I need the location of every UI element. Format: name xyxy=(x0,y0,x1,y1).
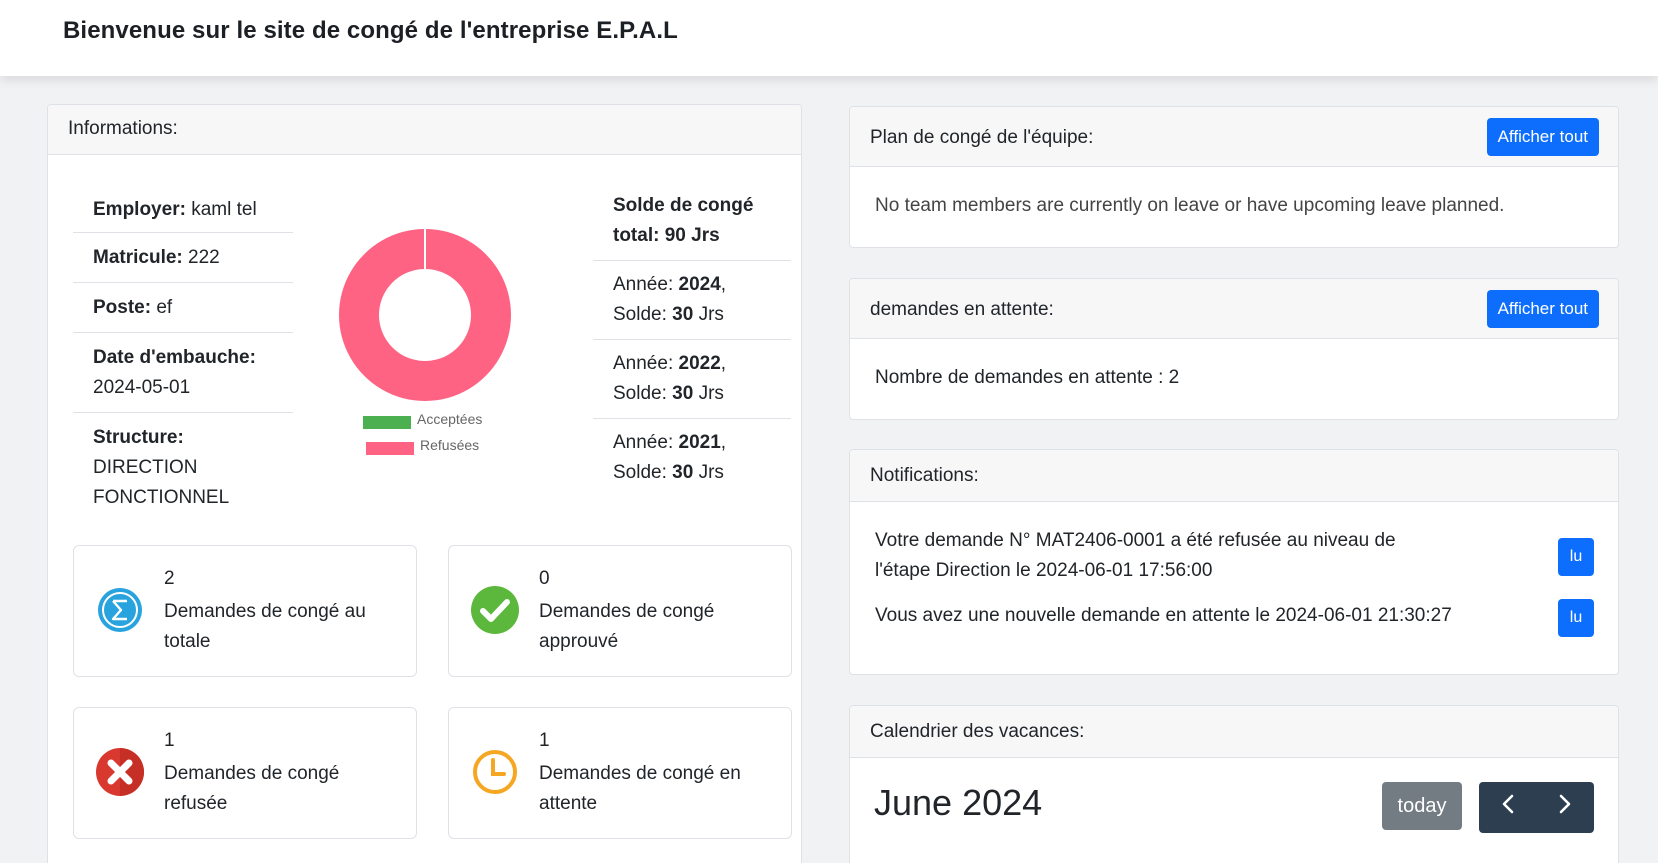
pending-requests-card: demandes en attente: Afficher tout Nombr… xyxy=(849,278,1619,420)
year-value: 2022 xyxy=(678,353,721,374)
notifications-title: Notifications: xyxy=(870,465,979,486)
calendar-nav xyxy=(1479,782,1594,833)
solde-value: 30 xyxy=(672,462,694,483)
today-button[interactable]: today xyxy=(1382,782,1462,830)
solde-label: Solde: xyxy=(613,383,673,404)
calendar-month-title: June 2024 xyxy=(874,782,1043,823)
solde-unit: Jrs xyxy=(693,304,724,325)
notification-item: Vous avez une nouvelle demande en attent… xyxy=(875,601,1452,631)
prev-month-button[interactable] xyxy=(1479,782,1536,833)
next-month-button[interactable] xyxy=(1536,782,1593,833)
stat-refused-requests: 1 Demandes de congé refusée xyxy=(73,707,417,839)
team-plan-title: Plan de congé de l'équipe: xyxy=(870,127,1094,148)
stat-total-requests: 2 Demandes de congé au totale xyxy=(73,545,417,677)
info-card: Informations: Employer: kaml tel Matricu… xyxy=(47,104,802,863)
legend-swatch-acceptees xyxy=(363,416,411,429)
notifications-header: Notifications: xyxy=(850,450,1618,502)
team-plan-message: No team members are currently on leave o… xyxy=(875,195,1505,216)
solde-label: Solde: xyxy=(613,304,673,325)
notifications-card: Notifications: Votre demande N° MAT2406-… xyxy=(849,449,1619,675)
legend-label-refusees: Refusées xyxy=(420,437,480,453)
leave-donut-chart xyxy=(338,229,511,401)
stat-label: Demandes de congé approuvé xyxy=(539,601,715,652)
stat-label: Demandes de congé refusée xyxy=(164,763,340,814)
pending-header: demandes en attente: Afficher tout xyxy=(850,279,1618,339)
chevron-left-icon xyxy=(1502,794,1513,814)
stat-approved-requests: 0 Demandes de congé approuvé xyxy=(448,545,792,677)
employer-field: Employer: kaml tel xyxy=(73,187,293,233)
solde-total: Solde de congé total: 90 Jrs xyxy=(593,183,791,261)
employer-label: Employer: xyxy=(93,199,186,220)
notification-item: Votre demande N° MAT2406-0001 a été refu… xyxy=(875,526,1396,586)
employer-value: kaml tel xyxy=(185,199,257,220)
mark-read-button[interactable]: lu xyxy=(1558,538,1594,576)
separator: , xyxy=(720,274,727,295)
solde-value: 30 xyxy=(672,383,694,404)
page-title: Bienvenue sur le site de congé de l'entr… xyxy=(63,17,678,44)
pending-count-text: Nombre de demandes en attente : 2 xyxy=(875,367,1180,388)
solde-year-row: Année: 2024, Solde: 30 Jrs xyxy=(593,261,791,340)
matricule-label: Matricule: xyxy=(93,247,183,268)
hire-date-field: Date d'embauche: 2024-05-01 xyxy=(73,333,293,413)
poste-label: Poste: xyxy=(93,297,152,318)
chevron-right-icon xyxy=(1559,794,1570,814)
info-card-header: Informations: xyxy=(48,105,801,155)
poste-value: ef xyxy=(151,297,173,318)
calendar-card: Calendrier des vacances: June 2024 today xyxy=(849,705,1619,863)
solde-value: 30 xyxy=(672,304,694,325)
legend-swatch-refusees xyxy=(366,442,414,455)
legend-label-acceptees: Acceptées xyxy=(417,411,483,427)
matricule-field: Matricule: 222 xyxy=(73,233,293,283)
mark-read-button[interactable]: lu xyxy=(1558,599,1594,637)
year-value: 2024 xyxy=(678,274,721,295)
team-plan-card: Plan de congé de l'équipe: Afficher tout… xyxy=(849,106,1619,248)
team-plan-header: Plan de congé de l'équipe: Afficher tout xyxy=(850,107,1618,167)
solde-year-row: Année: 2022, Solde: 30 Jrs xyxy=(593,340,791,419)
hire-date-label: Date d'embauche: xyxy=(93,347,256,368)
year-label: Année: xyxy=(613,353,679,374)
stat-count: 1 xyxy=(164,730,175,751)
structure-label: Structure: xyxy=(93,427,184,448)
notification-line: Vous avez une nouvelle demande en attent… xyxy=(875,605,1452,626)
stat-count: 0 xyxy=(539,568,550,589)
notification-line: Votre demande N° MAT2406-0001 a été refu… xyxy=(875,530,1396,551)
show-all-team-button[interactable]: Afficher tout xyxy=(1486,118,1599,156)
structure-field: Structure: DIRECTION FONCTIONNEL xyxy=(73,413,293,513)
matricule-value: 222 xyxy=(182,247,220,268)
poste-field: Poste: ef xyxy=(73,283,293,333)
pending-title: demandes en attente: xyxy=(870,299,1054,320)
separator: , xyxy=(720,353,727,374)
solde-label: Solde: xyxy=(613,462,673,483)
x-circle-icon xyxy=(96,748,144,796)
year-label: Année: xyxy=(613,274,679,295)
solde-year-row: Année: 2021, Solde: 30 Jrs xyxy=(593,419,791,498)
year-label: Année: xyxy=(613,432,679,453)
stat-pending-requests: 1 Demandes de congé en attente xyxy=(448,707,792,839)
separator: , xyxy=(720,432,727,453)
notification-line: l'étape Direction le 2024-06-01 17:56:00 xyxy=(875,560,1213,581)
calendar-header: Calendrier des vacances: xyxy=(850,706,1618,758)
clock-icon xyxy=(473,750,517,794)
show-all-pending-button[interactable]: Afficher tout xyxy=(1486,290,1599,328)
solde-total-value: 90 Jrs xyxy=(659,225,720,246)
top-bar: Bienvenue sur le site de congé de l'entr… xyxy=(0,0,1658,76)
stat-count: 2 xyxy=(164,568,175,589)
solde-unit: Jrs xyxy=(693,383,724,404)
stat-count: 1 xyxy=(539,730,550,751)
calendar-title: Calendrier des vacances: xyxy=(870,721,1085,742)
hire-date-value: 2024-05-01 xyxy=(93,377,191,398)
year-value: 2021 xyxy=(678,432,721,453)
check-circle-icon xyxy=(471,586,519,634)
structure-value: DIRECTION FONCTIONNEL xyxy=(93,457,230,508)
stat-label: Demandes de congé au totale xyxy=(164,601,366,652)
stat-label: Demandes de congé en attente xyxy=(539,763,741,814)
solde-unit: Jrs xyxy=(693,462,724,483)
info-card-title: Informations: xyxy=(68,118,178,139)
sigma-icon xyxy=(98,588,142,632)
